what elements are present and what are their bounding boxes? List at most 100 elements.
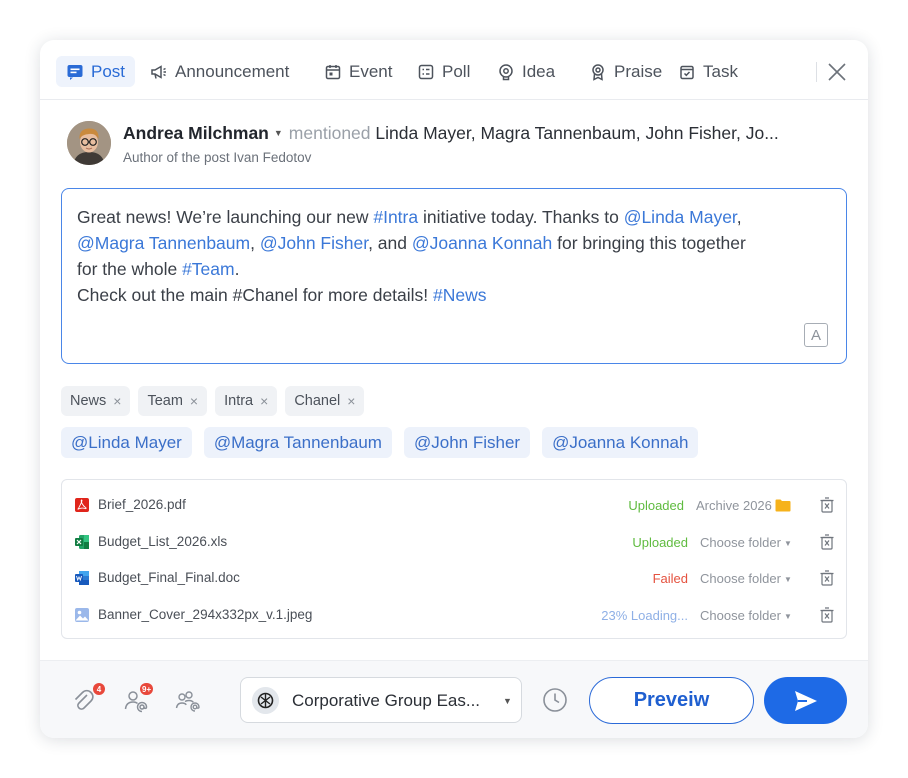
tab-task[interactable]: Task xyxy=(668,56,748,87)
hashtag[interactable]: #News xyxy=(433,285,487,305)
mentioned-label: mentioned xyxy=(288,123,371,143)
pdf-file-icon xyxy=(75,498,89,512)
tag-chip: Team × xyxy=(138,386,208,416)
chevron-down-icon: ▼ xyxy=(783,575,792,584)
tab-event[interactable]: Event xyxy=(314,56,402,87)
folder-select[interactable]: Archive 2026 xyxy=(696,498,791,513)
tab-label: Poll xyxy=(442,61,471,81)
folder-name: Choose folder xyxy=(700,535,781,550)
mention-group-button[interactable] xyxy=(174,687,202,715)
author-dropdown-caret-icon[interactable]: ▼ xyxy=(274,128,283,138)
remove-tag-icon[interactable]: × xyxy=(260,393,268,409)
folder-select[interactable]: Choose folder ▼ xyxy=(700,535,792,550)
remove-tag-icon[interactable]: × xyxy=(347,393,355,409)
text-segment: , xyxy=(736,207,742,227)
mention[interactable]: @John Fisher xyxy=(260,233,368,253)
send-button[interactable] xyxy=(764,677,847,724)
delete-file-icon[interactable] xyxy=(820,570,834,586)
folder-select[interactable]: Choose folder ▼ xyxy=(700,608,792,623)
post-text[interactable]: Great news! We’re launching our new #Int… xyxy=(77,204,837,308)
folder-name: Archive 2026 xyxy=(696,498,772,513)
hashtag[interactable]: #Team xyxy=(182,259,235,279)
task-icon xyxy=(680,65,694,79)
post-composer-dialog: Post Announcement Event Poll Idea Praise… xyxy=(40,40,868,738)
mention-count-badge: 9+ xyxy=(140,683,154,695)
tab-poll[interactable]: Poll xyxy=(407,56,480,87)
excel-file-icon xyxy=(75,535,89,549)
mention-chip[interactable]: @John Fisher xyxy=(403,427,531,458)
mention-chip[interactable]: @Linda Mayer xyxy=(61,427,192,458)
tag-label: Team xyxy=(147,393,183,409)
preview-button[interactable]: Preveiw xyxy=(589,677,754,724)
tab-label: Announcement xyxy=(175,61,290,81)
group-mention-icon xyxy=(175,691,200,712)
group-select[interactable]: Corporative Group Eas... ▼ xyxy=(240,677,522,723)
remove-tag-icon[interactable]: × xyxy=(113,393,121,409)
attachment-row: Budget_List_2026.xls Uploaded Choose fol… xyxy=(62,527,848,557)
close-icon[interactable] xyxy=(826,61,848,83)
attach-button[interactable]: 4 xyxy=(70,683,105,715)
tag-label: Intra xyxy=(224,393,254,409)
file-name[interactable]: Budget_Final_Final.doc xyxy=(98,570,240,585)
mention[interactable]: @Joanna Konnah xyxy=(412,233,552,253)
post-icon xyxy=(67,64,83,80)
image-file-icon xyxy=(75,608,89,622)
avatar-image xyxy=(67,121,111,165)
text-segment: Great news! We’re launching our new xyxy=(77,207,374,227)
mention-list: @Linda Mayer @Magra Tannenbaum @John Fis… xyxy=(61,427,699,458)
composer-tabs: Post Announcement Event Poll Idea Praise… xyxy=(40,40,868,100)
tab-announcement[interactable]: Announcement xyxy=(140,56,299,87)
folder-icon xyxy=(775,499,791,512)
file-status: Failed xyxy=(652,571,688,586)
chevron-down-icon: ▼ xyxy=(783,612,792,621)
schedule-clock-icon[interactable] xyxy=(541,686,569,714)
tag-label: News xyxy=(70,393,107,409)
remove-tag-icon[interactable]: × xyxy=(190,393,198,409)
author-subline: Author of the post Ivan Fedotov xyxy=(123,150,312,165)
file-status: Uploaded xyxy=(632,535,688,550)
group-name: Corporative Group Eas... xyxy=(292,691,481,710)
badge-icon xyxy=(592,63,604,81)
text-format-button[interactable]: A xyxy=(804,323,828,347)
tab-post[interactable]: Post xyxy=(56,56,136,87)
author-name[interactable]: Andrea Milchman xyxy=(123,123,269,143)
divider xyxy=(816,62,817,82)
folder-name: Choose folder xyxy=(700,571,781,586)
file-name[interactable]: Banner_Cover_294x332px_v.1.jpeg xyxy=(98,607,312,622)
mention-chip[interactable]: @Joanna Konnah xyxy=(542,427,699,458)
file-name[interactable]: Brief_2026.pdf xyxy=(98,497,186,512)
attachment-row: Banner_Cover_294x332px_v.1.jpeg 23% Load… xyxy=(62,600,848,630)
author-line: Andrea Milchman ▼ mentioned Linda Mayer, M… xyxy=(123,123,843,144)
mention-chip[interactable]: @Magra Tannenbaum xyxy=(203,427,392,458)
tab-praise[interactable]: Praise xyxy=(579,56,672,87)
idea-icon xyxy=(499,63,513,80)
folder-select[interactable]: Choose folder ▼ xyxy=(700,571,792,586)
tab-label: Event xyxy=(349,61,393,81)
calendar-icon xyxy=(325,64,341,79)
text-segment: . xyxy=(234,259,240,279)
file-name[interactable]: Budget_List_2026.xls xyxy=(98,534,227,549)
text-segment: , and xyxy=(368,233,412,253)
delete-file-icon[interactable] xyxy=(820,497,834,513)
file-status: 23% Loading... xyxy=(601,608,688,623)
tab-idea[interactable]: Idea xyxy=(487,56,565,87)
text-segment: Check out the main #Chanel for more deta… xyxy=(77,285,434,305)
avatar[interactable] xyxy=(67,121,111,165)
mention[interactable]: @Magra Tannenbaum xyxy=(77,233,250,253)
text-segment: for the whole xyxy=(77,259,183,279)
attachment-count-badge: 4 xyxy=(93,683,105,695)
file-status: Uploaded xyxy=(628,498,684,513)
composer-footer: 4 9+ Corporative Group Eas... ▼ Preveiw xyxy=(40,660,868,738)
tag-list: News × Team × Intra × Chanel × xyxy=(61,386,365,416)
tag-chip: Intra × xyxy=(215,386,278,416)
hashtag[interactable]: #Intra xyxy=(373,207,418,227)
post-editor[interactable]: Great news! We’re launching our new #Int… xyxy=(61,188,847,364)
attachment-list: Brief_2026.pdf Uploaded Archive 2026 Bud… xyxy=(61,479,847,639)
delete-file-icon[interactable] xyxy=(820,534,834,550)
megaphone-icon xyxy=(151,64,166,79)
mention-people-button[interactable]: 9+ xyxy=(122,683,154,715)
text-segment: initiative today. Thanks to xyxy=(418,207,624,227)
tag-chip: Chanel × xyxy=(285,386,365,416)
mention[interactable]: @Linda Mayer xyxy=(624,207,737,227)
delete-file-icon[interactable] xyxy=(820,607,834,623)
